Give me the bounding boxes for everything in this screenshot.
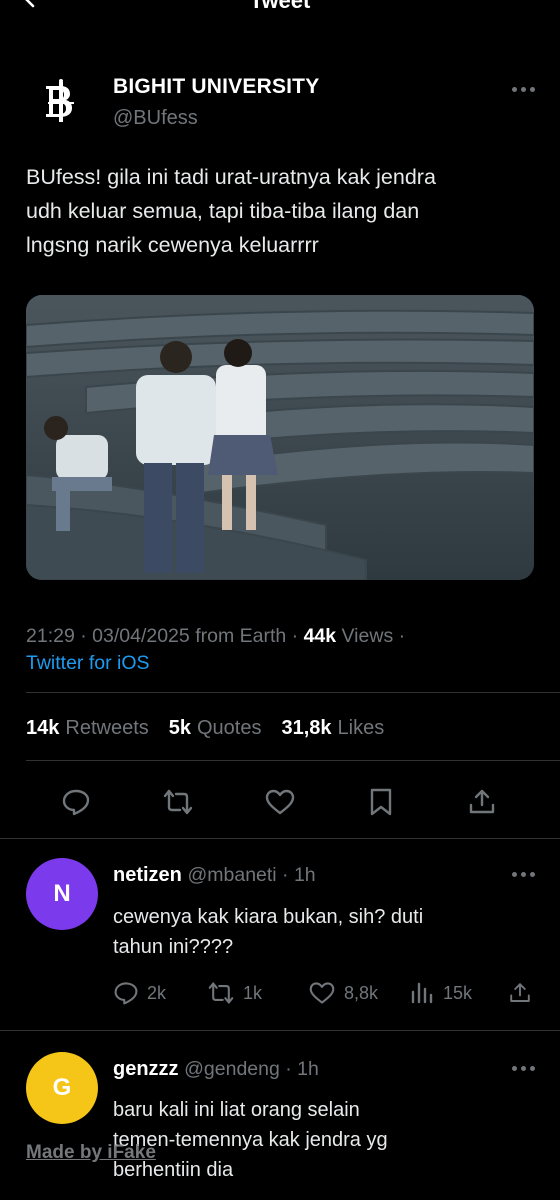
tweet-line: udh keluar semua, tapi tiba-tiba ilang d… [26, 199, 420, 223]
retweet-count: 1k [243, 982, 263, 1003]
views-count: 44k [303, 625, 337, 647]
tweet-date: 03/04/2025 [92, 625, 190, 647]
views-chart-icon [411, 982, 433, 1004]
tweet-source-link[interactable]: Twitter for iOS [26, 652, 150, 675]
like-icon[interactable] [262, 784, 298, 820]
reply-like-action[interactable]: 8,8k [308, 980, 378, 1006]
reply-retweet-action[interactable]: 1k [207, 980, 262, 1006]
tweet-time: 21:29 [26, 625, 75, 647]
reply-icon[interactable] [58, 784, 94, 820]
retweet-icon [208, 982, 234, 1004]
tweet-line: lngsng narik cewenya keluarrrr [26, 233, 319, 257]
reply-text: cewenya kak kiara bukan, sih? duti tahun… [113, 906, 424, 958]
reply-author[interactable]: genzzz @gendeng · 1h [113, 1058, 319, 1081]
reply-views-action[interactable]: 15k [409, 980, 472, 1006]
share-icon [510, 983, 530, 1002]
views-label: Views [341, 625, 394, 647]
bookmark-icon[interactable] [363, 784, 399, 820]
reply-share-action[interactable] [508, 980, 532, 1006]
reply-avatar[interactable]: G [26, 1052, 98, 1124]
tweet-action-bar [0, 780, 560, 824]
reply-avatar[interactable]: N [26, 858, 98, 930]
reply-reply-action[interactable]: 2k [113, 980, 166, 1006]
tweet-line: BUfess! gila ini tadi urat-uratnya kak j… [26, 165, 436, 189]
divider [26, 760, 560, 761]
bu-crest-logo-icon [46, 79, 74, 122]
author-handle[interactable]: @BUfess [113, 107, 198, 130]
divider [26, 692, 560, 693]
views-count: 15k [443, 982, 473, 1003]
retweets-stat[interactable]: 14k Retweets [26, 717, 149, 740]
divider [0, 1030, 560, 1031]
more-options-icon[interactable] [512, 1064, 538, 1072]
tweet-location: from Earth [195, 625, 287, 647]
page-title: Tweet [249, 0, 311, 13]
reply-author-name[interactable]: genzzz [113, 1058, 179, 1080]
tweet-stats: 14k Retweets 5k Quotes 31,8k Likes [26, 717, 384, 740]
divider [0, 838, 560, 839]
reply-count: 2k [147, 982, 167, 1003]
more-options-icon[interactable] [512, 85, 538, 93]
reply-author-handle: @mbaneti · 1h [187, 864, 316, 886]
reply-icon [114, 982, 138, 1005]
reply-author-name[interactable]: netizen [113, 864, 182, 886]
more-options-icon[interactable] [512, 870, 538, 878]
quotes-stat[interactable]: 5k Quotes [169, 717, 262, 740]
author-avatar[interactable] [26, 72, 98, 136]
author-name[interactable]: BIGHIT UNIVERSITY [113, 75, 319, 99]
tweet-text: BUfess! gila ini tadi urat-uratnya kak j… [26, 160, 536, 262]
tweet-media-photo[interactable] [26, 295, 534, 580]
like-icon [309, 982, 335, 1004]
reply-author-handle: @gendeng · 1h [184, 1058, 319, 1080]
reply-author[interactable]: netizen @mbaneti · 1h [113, 864, 316, 887]
like-count: 8,8k [344, 982, 379, 1003]
share-icon[interactable] [464, 784, 500, 820]
reply-text: baru kali ini liat orang selain temen-te… [113, 1099, 388, 1181]
retweet-icon[interactable] [160, 784, 196, 820]
watermark: Made by iFake [26, 1142, 156, 1163]
tweet-meta: 21:29 · 03/04/2025 from Earth · 44k View… [26, 625, 406, 647]
likes-stat[interactable]: 31,8k Likes [281, 717, 384, 740]
